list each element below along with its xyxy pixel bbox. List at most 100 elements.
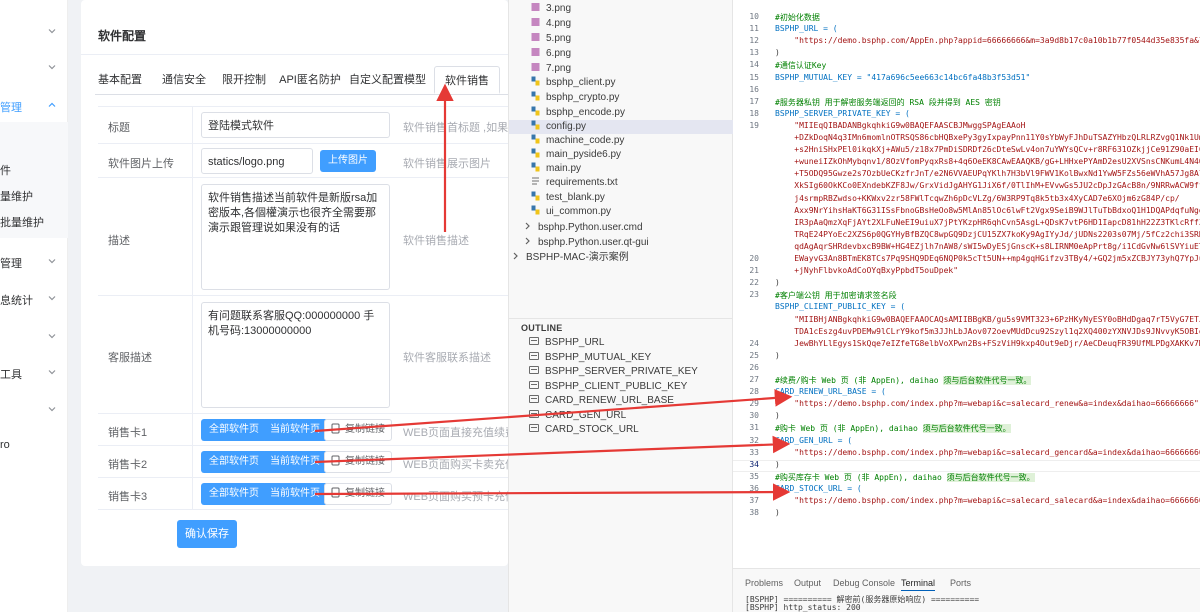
field-label: 销售卡1 (108, 427, 148, 439)
outline-title[interactable]: OUTLINE (521, 323, 563, 333)
python-file-icon (531, 76, 540, 86)
tab-ports[interactable]: Ports (950, 578, 971, 588)
sidebar-item-tools[interactable]: 工具 (0, 363, 68, 383)
python-file-icon (531, 205, 540, 215)
tab-debug-console[interactable]: Debug Console (833, 578, 895, 588)
chevron-down-icon (48, 405, 56, 413)
tab-software-sales[interactable]: 软件销售 (434, 66, 500, 94)
line-number: 30 (749, 411, 759, 421)
tab-custom-model[interactable]: 自定义配置模型 (349, 66, 426, 94)
code-editor[interactable]: 10 11 12 13 14 15 16 17 18 19 20 21 22 23 24 25 26 27 28 29… (733, 0, 1200, 568)
outline-item[interactable]: CARD_GEN_URL (529, 409, 626, 423)
tab-security[interactable]: 通信安全 (153, 66, 215, 94)
copy-link-button[interactable]: 复制链接 (324, 451, 392, 473)
file-item[interactable]: 6.png (531, 47, 571, 61)
tab-api-anon[interactable]: API匿名防护 (278, 66, 342, 94)
tab-terminal[interactable]: Terminal (901, 578, 936, 591)
all-software-page-button[interactable]: 全部软件页 (201, 451, 267, 473)
sidebar-subitem-batch-maintain[interactable]: 批量维护 (0, 214, 44, 230)
sidebar-item-manage[interactable]: 管理 (0, 252, 68, 272)
file-item-py[interactable]: ui_common.py (531, 205, 611, 219)
form-row-card3: 销售卡3 全部软件页 当前软件页 复制链接 WEB页面购买预卡充值 (98, 478, 516, 510)
python-file-icon (531, 91, 540, 101)
current-software-page-button[interactable]: 当前软件页 (262, 419, 328, 441)
line-number: 11 (749, 24, 759, 34)
code-line: #通信认证Key (775, 61, 827, 71)
file-item[interactable]: 5.png (531, 32, 571, 46)
file-item-py[interactable]: machine_code.py (531, 134, 624, 148)
file-name: test_blank.py (546, 192, 605, 203)
file-item[interactable]: BSPHP-MAC-演示案例 (511, 251, 629, 265)
code-line: "MIIBHjANBgkqhkiG9w0BAQEFAAOCAQsAMIIBBgK… (775, 314, 1200, 324)
code-line: ) (775, 350, 780, 360)
line-number: 38 (749, 508, 759, 518)
code-line: BSPHP_MUTUAL_KEY = "417a696c5ee663c14bc6… (775, 72, 1031, 82)
tab-basic[interactable]: 基本配置 (95, 66, 145, 94)
variable-icon (529, 409, 539, 418)
copy-link-button[interactable]: 复制链接 (324, 419, 392, 441)
outline-item[interactable]: CARD_RENEW_URL_BASE (529, 394, 674, 408)
bottom-panel: Problems Output Debug Console Terminal P… (733, 568, 1200, 612)
title-input[interactable]: 登陆模式软件 (201, 112, 390, 138)
line-number: 27 (749, 375, 759, 384)
current-software-page-button[interactable]: 当前软件页 (262, 483, 328, 505)
line-number: 19 (749, 120, 759, 130)
outline-item[interactable]: CARD_STOCK_URL (529, 423, 639, 437)
sidebar-subitem-software[interactable]: 件 (0, 162, 11, 178)
field-label: 销售卡3 (108, 491, 148, 503)
sidebar-group-4[interactable] (0, 400, 68, 420)
outline-label: BSPHP_SERVER_PRIVATE_KEY (545, 366, 698, 377)
tab-problems[interactable]: Problems (745, 578, 783, 588)
all-software-page-button[interactable]: 全部软件页 (201, 483, 267, 505)
sidebar-subitem-batch[interactable]: 量维护 (0, 188, 33, 204)
file-item-py[interactable]: bsphp_crypto.py (531, 91, 619, 105)
form-row-desc: 描述 软件销售描述当前软件是新版rsa加密版本,各個權演示也很齐全需要那演示跟管… (98, 178, 508, 296)
code-line: CARD_STOCK_URL = ( (775, 483, 862, 493)
line-number: 31 (749, 423, 759, 433)
file-item[interactable]: 4.png (531, 17, 571, 31)
file-name: bsphp.Python.user.cmd (538, 222, 643, 233)
line-number: 34 (749, 459, 759, 469)
file-item[interactable]: 3.png (531, 2, 571, 16)
file-item-py[interactable]: main_pyside6.py (531, 148, 621, 162)
divider (81, 54, 508, 55)
tab-limit[interactable]: 限开控制 (216, 66, 272, 94)
description-textarea[interactable]: 软件销售描述当前软件是新版rsa加密版本,各個權演示也很齐全需要那演示跟管理说如… (201, 184, 390, 290)
file-item-py[interactable]: test_blank.py (531, 191, 605, 205)
image-file-icon (531, 2, 540, 12)
confirm-save-button[interactable]: 确认保存 (177, 520, 237, 548)
outline-item[interactable]: BSPHP_MUTUAL_KEY (529, 351, 651, 365)
sidebar-group-2[interactable] (0, 58, 68, 78)
outline-item[interactable]: BSPHP_CLIENT_PUBLIC_KEY (529, 380, 687, 394)
file-item-py[interactable]: bsphp_encode.py (531, 106, 625, 120)
sidebar-item-software-manage[interactable]: 管理 (0, 96, 68, 116)
all-software-page-button[interactable]: 全部软件页 (201, 419, 267, 441)
upload-image-button[interactable]: 上传图片 (320, 150, 376, 172)
tab-output[interactable]: Output (794, 578, 821, 588)
page-title: 软件配置 (98, 29, 147, 43)
current-software-page-button[interactable]: 当前软件页 (262, 451, 328, 473)
outline-item[interactable]: BSPHP_SERVER_PRIVATE_KEY (529, 365, 698, 379)
chevron-down-icon (48, 368, 56, 376)
file-item[interactable]: bsphp.Python.user.cmd (523, 221, 643, 235)
image-file-icon (531, 17, 540, 27)
file-item-py[interactable]: main.py (531, 162, 581, 176)
service-textarea[interactable]: 有问题联系客服QQ:000000000 手机号码:13000000000 (201, 302, 390, 408)
python-file-icon (531, 106, 540, 116)
line-number: 28 (749, 387, 759, 397)
copy-link-button[interactable]: 复制链接 (324, 483, 392, 505)
sidebar-group-1[interactable] (0, 22, 68, 42)
copy-icon (331, 422, 341, 434)
outline-item[interactable]: BSPHP_URL (529, 336, 604, 350)
sidebar-item-stats[interactable]: 息统计 (0, 289, 68, 309)
image-path-input[interactable]: statics/logo.png (201, 148, 313, 174)
sidebar-item-pro[interactable]: ro (0, 436, 68, 456)
form-row-card2: 销售卡2 全部软件页 当前软件页 复制链接 WEB页面购买卡卖充值 (98, 446, 516, 478)
copy-link-label: 复制链接 (345, 456, 385, 467)
file-item[interactable]: bsphp.Python.user.qt-gui (523, 236, 649, 250)
file-item-py[interactable]: config.py (509, 120, 734, 134)
file-item[interactable]: requirements.txt (531, 176, 618, 190)
file-item[interactable]: 7.png (531, 62, 571, 76)
file-item-py[interactable]: bsphp_client.py (531, 76, 616, 90)
sidebar-group-3[interactable] (0, 327, 68, 347)
